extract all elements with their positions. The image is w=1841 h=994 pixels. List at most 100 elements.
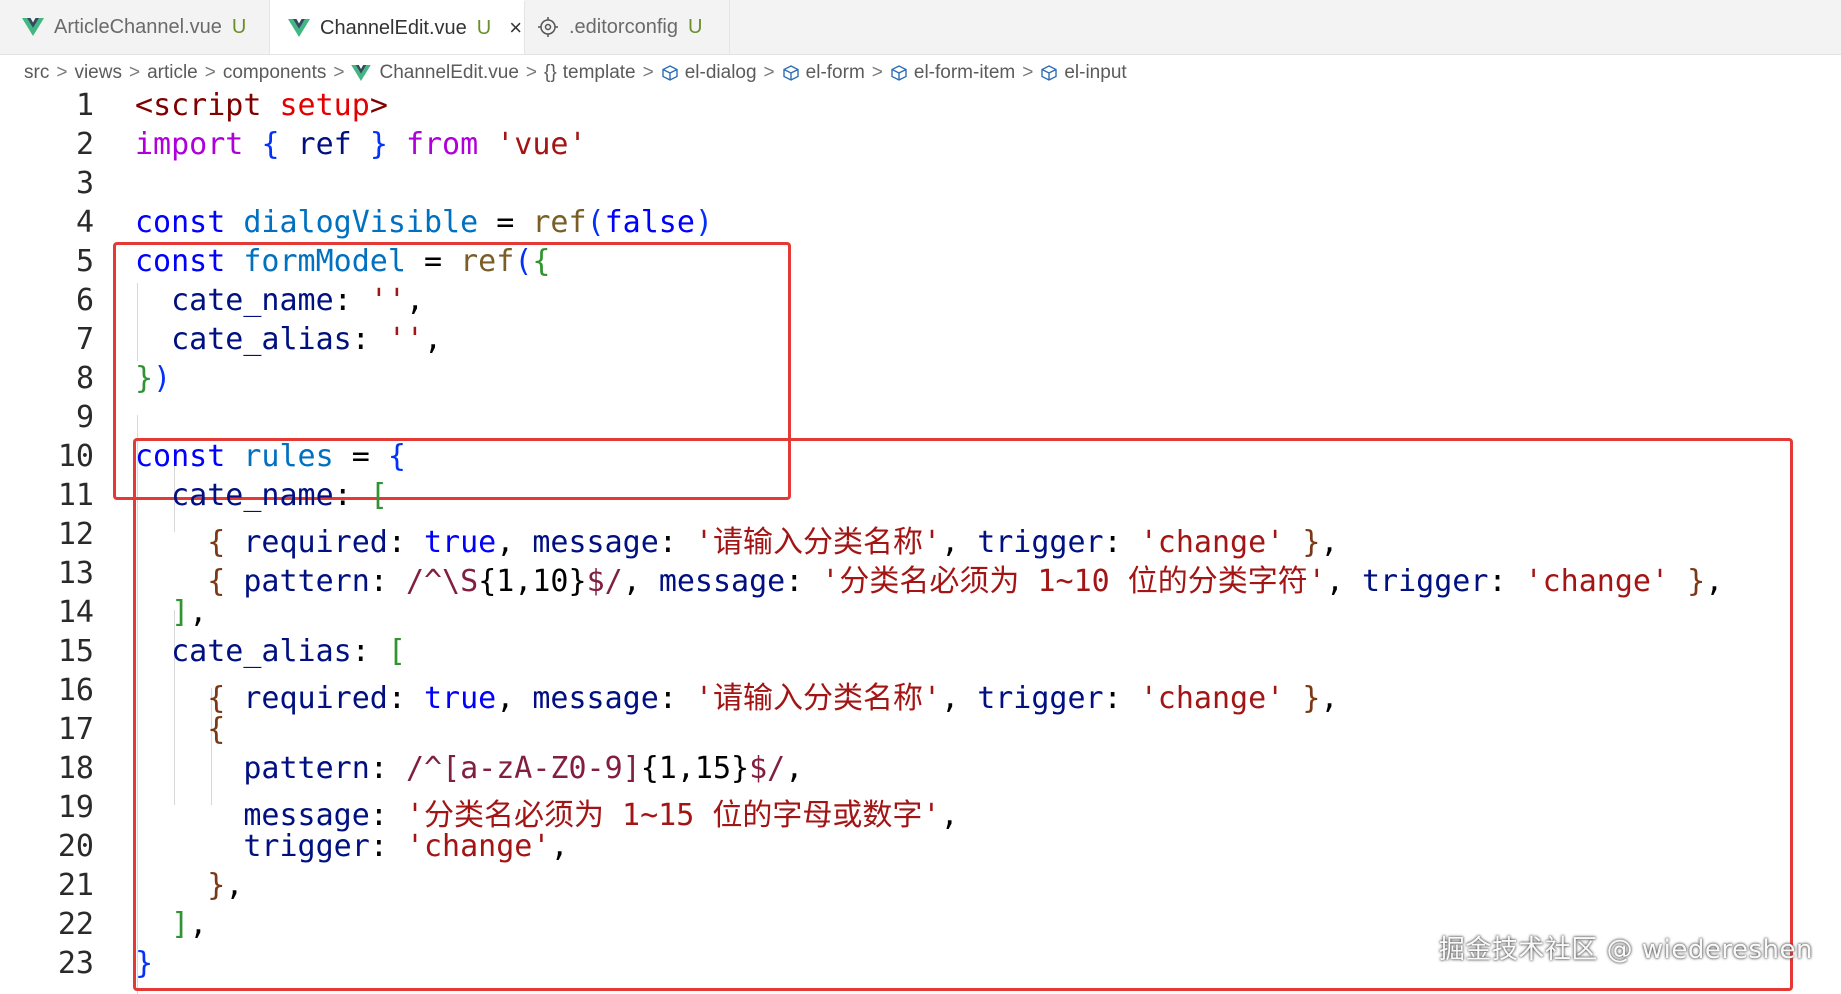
code-token: , (189, 595, 208, 630)
code-line[interactable]: 9 (0, 400, 1841, 439)
code-line[interactable]: 7 cate_alias: '', (0, 322, 1841, 361)
line-number: 1 (75, 88, 94, 123)
breadcrumb-item[interactable]: {} template (544, 62, 636, 84)
code-token: , (622, 564, 659, 599)
tab-articlechannel[interactable]: ArticleChannel.vue U (0, 0, 270, 54)
line-number: 10 (57, 439, 94, 474)
code-token: } (135, 361, 154, 396)
code-line[interactable]: 4 const dialogVisible = ref(false) (0, 205, 1841, 244)
code-token: : (369, 751, 406, 786)
code-token: { (387, 439, 406, 474)
code-line[interactable]: 13 { pattern: /^\S{1,10}$/, message: '分类… (0, 556, 1841, 599)
breadcrumb-item[interactable]: el-input (1040, 62, 1127, 84)
code-line[interactable]: 20 trigger: 'change', (0, 829, 1841, 868)
tab-channeledit[interactable]: ChannelEdit.vue U × (270, 0, 525, 54)
code-token: true (424, 525, 497, 560)
code-token: , (189, 907, 208, 942)
code-token: required (243, 525, 388, 560)
breadcrumb-item[interactable]: views (74, 62, 122, 84)
code-token: { (207, 681, 226, 716)
code-token: trigger (1362, 564, 1489, 599)
breadcrumb-item[interactable]: components (223, 62, 327, 84)
line-number: 20 (57, 829, 94, 864)
code-token: $/ (749, 751, 786, 786)
code-line[interactable]: 8}) (0, 361, 1841, 400)
breadcrumb-item[interactable]: el-form-item (890, 62, 1015, 84)
breadcrumb-item[interactable]: src (24, 62, 49, 84)
code-token: , (1325, 564, 1362, 599)
breadcrumb-item[interactable]: ChannelEdit.vue (351, 62, 519, 84)
vue-file-icon (288, 19, 310, 37)
code-line[interactable]: 12 { required: true, message: '请输入分类名称',… (0, 517, 1841, 560)
code-text: trigger: 'change', (135, 829, 568, 864)
code-token: dialogVisible (243, 205, 479, 240)
code-token: } (1302, 525, 1321, 560)
code-token: 'change' (1524, 564, 1670, 599)
code-token: '请输入分类名称' (694, 525, 942, 560)
code-token: required (243, 681, 388, 716)
line-number: 13 (57, 556, 94, 591)
code-token: ref (460, 244, 515, 279)
breadcrumb-item[interactable]: el-form (782, 62, 865, 84)
line-number: 7 (75, 322, 94, 357)
code-token: message (532, 681, 659, 716)
code-text: ], (135, 907, 207, 942)
code-token: $/ (586, 564, 623, 599)
code-line[interactable]: 2 import { ref } from 'vue' (0, 127, 1841, 166)
breadcrumb-item[interactable]: el-dialog (661, 62, 757, 84)
code-line[interactable]: 6 cate_name: '', (0, 283, 1841, 322)
code-line[interactable]: 1 <script setup> (0, 88, 1841, 127)
code-token: { (261, 127, 280, 162)
code-line[interactable]: 5 const formModel = ref({ (0, 244, 1841, 283)
close-icon[interactable]: × (509, 15, 522, 41)
code-text: cate_name: '', (135, 283, 424, 318)
code-token: const (135, 205, 226, 240)
code-line[interactable]: 14 ], (0, 595, 1841, 634)
editor-tab-bar: ArticleChannel.vue U ChannelEdit.vue U ×… (0, 0, 1841, 55)
code-line[interactable]: 18 pattern: /^[a-zA-Z0-9]{1,15}$/, (0, 751, 1841, 790)
code-line[interactable]: 16 { required: true, message: '请输入分类名称',… (0, 673, 1841, 716)
line-number: 5 (75, 244, 94, 279)
code-editor[interactable]: 1 <script setup> 2 import { ref } from 'vue… (0, 88, 1841, 994)
code-token: '请输入分类名称' (694, 681, 942, 716)
watermark: 掘金技术社区 @ wiedereshen (1438, 935, 1813, 965)
code-token: = (478, 205, 533, 240)
vue-file-icon (351, 65, 372, 81)
code-token: , (785, 751, 804, 786)
code-line[interactable]: 10 const rules = { (0, 439, 1841, 478)
code-line[interactable]: 15 cate_alias: [ (0, 634, 1841, 673)
code-line[interactable]: 19 message: '分类名必须为 1~15 位的字母或数字', (0, 790, 1841, 833)
code-token: > (369, 88, 388, 123)
code-text: <script setup> (135, 88, 388, 123)
cube-icon (891, 65, 907, 81)
code-token: { (207, 712, 226, 747)
code-token: message (243, 798, 370, 833)
chevron-right-icon: > (333, 62, 345, 83)
code-token: , (941, 525, 978, 560)
code-token: '' (369, 283, 406, 318)
breadcrumb-item[interactable]: article (147, 62, 198, 84)
line-number: 4 (75, 205, 94, 240)
code-token: : (387, 525, 424, 560)
code-token: : (1103, 525, 1140, 560)
vue-file-icon (22, 18, 44, 36)
line-number: 19 (57, 790, 94, 825)
tab-editorconfig[interactable]: .editorconfig U (525, 0, 730, 54)
line-number: 16 (57, 673, 94, 708)
code-line[interactable]: 21 }, (0, 868, 1841, 907)
code-token: const (135, 244, 226, 279)
line-number: 14 (57, 595, 94, 630)
code-token: '分类名必须为 1~15 位的字母或数字' (405, 798, 941, 833)
code-token: {1,15} (640, 751, 750, 786)
code-line[interactable]: 17 { (0, 712, 1841, 751)
code-token: < (135, 88, 154, 123)
code-line[interactable]: 3 (0, 166, 1841, 205)
code-line[interactable]: 11 cate_name: [ (0, 478, 1841, 517)
